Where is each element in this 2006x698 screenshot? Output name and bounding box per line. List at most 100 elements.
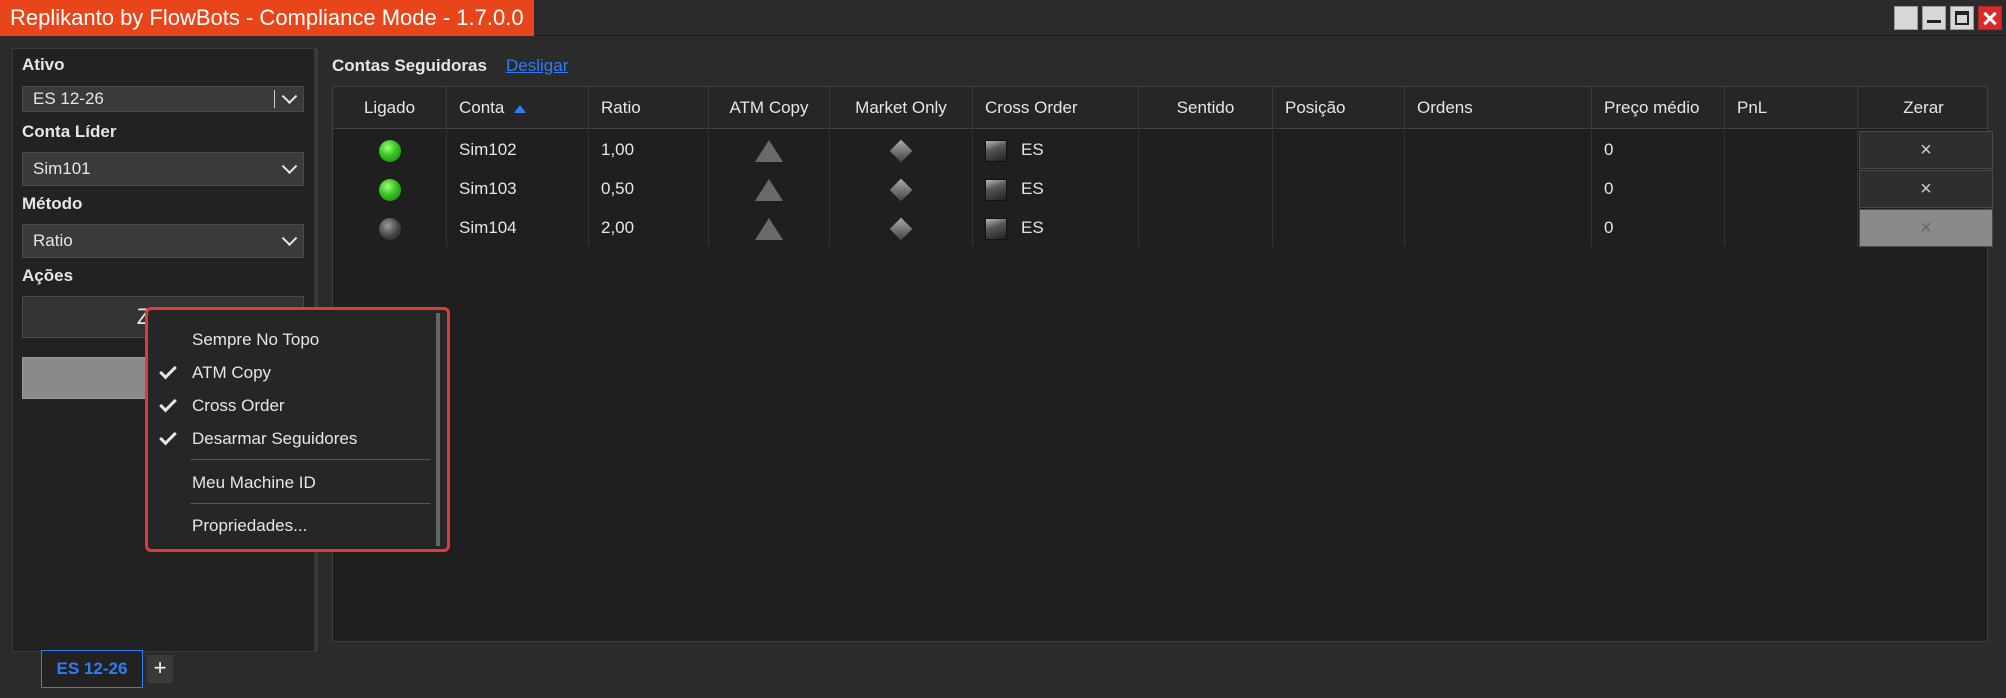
window-controls [1894,6,2002,30]
menu-item-cross-order[interactable]: Cross Order [148,391,428,421]
table-row: Sim103 0,50 ES 0 × [333,169,1993,208]
ativo-label: Ativo [22,55,65,74]
chevron-down-icon [281,230,298,247]
table-row: Sim102 1,00 ES 0 × [333,130,1993,169]
posicao-cell [1273,169,1405,208]
cross-order-value: ES [1021,179,1044,198]
ordens-cell [1405,169,1592,208]
zerar-row-button[interactable]: × [1859,170,1993,208]
pnl-cell [1725,208,1858,247]
sentido-cell [1139,130,1273,169]
triangle-icon [755,178,783,201]
menu-item-atm-copy[interactable]: ATM Copy [148,358,428,388]
col-market-only[interactable]: Market Only [830,87,973,129]
menu-separator [190,459,430,460]
cross-order-cell[interactable]: ES [973,169,1139,208]
menu-item-sempre-no-topo[interactable]: Sempre No Topo [148,325,428,355]
market-only-cell[interactable] [830,169,973,208]
desligar-link[interactable]: Desligar [506,56,568,76]
ligado-cell[interactable] [333,208,447,247]
col-preco-medio[interactable]: Preço médio [1592,87,1725,129]
ligado-cell[interactable] [333,130,447,169]
atm-copy-cell[interactable] [709,208,830,247]
title-bar: Replikanto by FlowBots - Compliance Mode… [0,0,2006,36]
minimize-button[interactable] [1922,6,1946,30]
followers-grid: Ligado Conta Ratio ATM Copy Market Only … [332,86,1993,642]
diamond-icon [889,217,913,240]
ativo-value: ES 12-26 [33,89,104,108]
col-ratio[interactable]: Ratio [589,87,709,129]
cross-order-cell[interactable]: ES [973,130,1139,169]
grid-header: Ligado Conta Ratio ATM Copy Market Only … [333,87,1987,129]
zerar-row-button[interactable]: × [1859,131,1993,169]
market-only-cell[interactable] [830,130,973,169]
menu-item-meu-machine-id[interactable]: Meu Machine ID [148,468,428,498]
conta-lider-value: Sim101 [33,159,91,178]
diamond-icon [889,139,913,162]
metodo-label: Método [22,194,83,213]
col-pnl[interactable]: PnL [1725,87,1858,129]
col-ligado[interactable]: Ligado [333,87,447,129]
check-icon [159,427,177,446]
market-only-cell[interactable] [830,208,973,247]
sort-ascending-icon [514,104,527,113]
sentido-cell [1139,169,1273,208]
chevron-down-icon [281,158,298,175]
menu-separator [190,503,430,504]
window-title: Replikanto by FlowBots - Compliance Mode… [0,0,534,36]
cross-order-cell[interactable]: ES [973,208,1139,247]
ratio-cell: 2,00 [589,208,709,247]
check-icon [159,361,177,380]
context-menu-scrollbar[interactable] [436,313,440,546]
context-menu: Sempre No Topo ATM Copy Cross Order Desa… [145,307,450,552]
square-icon [985,217,1007,240]
menu-item-label: Desarmar Seguidores [192,429,358,448]
ratio-cell: 0,50 [589,169,709,208]
status-on-icon [378,178,401,201]
menu-item-desarmar-seguidores[interactable]: Desarmar Seguidores [148,424,428,454]
square-icon [985,178,1007,201]
menu-item-label: Cross Order [192,396,285,415]
ligado-cell[interactable] [333,169,447,208]
preco-medio-cell: 0 [1592,169,1725,208]
diamond-icon [889,178,913,201]
cross-order-value: ES [1021,140,1044,159]
maximize-button[interactable] [1950,6,1974,30]
menu-item-label: ATM Copy [192,363,272,382]
add-tab-button[interactable]: + [147,655,173,683]
followers-title: Contas Seguidoras [332,56,487,75]
zerar-row-button[interactable]: × [1859,209,1993,247]
square-icon [985,139,1007,162]
triangle-icon [755,217,783,240]
col-zerar[interactable]: Zerar [1858,87,1989,129]
menu-item-label: Meu Machine ID [192,473,316,492]
col-posicao[interactable]: Posição [1273,87,1405,129]
posicao-cell [1273,130,1405,169]
metodo-select[interactable]: Ratio [22,224,304,258]
cross-order-value: ES [1021,218,1044,237]
preco-medio-cell: 0 [1592,130,1725,169]
col-ordens[interactable]: Ordens [1405,87,1592,129]
ratio-cell: 1,00 [589,130,709,169]
col-cross-order[interactable]: Cross Order [973,87,1139,129]
atm-copy-cell[interactable] [709,169,830,208]
ativo-select[interactable]: ES 12-26 [22,86,304,112]
col-conta-label: Conta [459,98,505,117]
metodo-value: Ratio [33,231,73,250]
restore-icon[interactable] [1894,6,1918,30]
col-sentido[interactable]: Sentido [1139,87,1273,129]
col-conta[interactable]: Conta [447,87,589,129]
menu-item-propriedades[interactable]: Propriedades... [148,511,428,541]
atm-copy-cell[interactable] [709,130,830,169]
conta-cell: Sim103 [447,169,589,208]
tab-es-12-26[interactable]: ES 12-26 [41,650,143,688]
col-atm-copy[interactable]: ATM Copy [709,87,830,129]
pnl-cell [1725,169,1858,208]
acoes-label: Ações [22,266,74,285]
ativo-separator [274,90,275,108]
conta-lider-select[interactable]: Sim101 [22,152,304,186]
sentido-cell [1139,208,1273,247]
close-button[interactable] [1978,6,2002,30]
chevron-down-icon [281,88,298,105]
conta-cell: Sim102 [447,130,589,169]
